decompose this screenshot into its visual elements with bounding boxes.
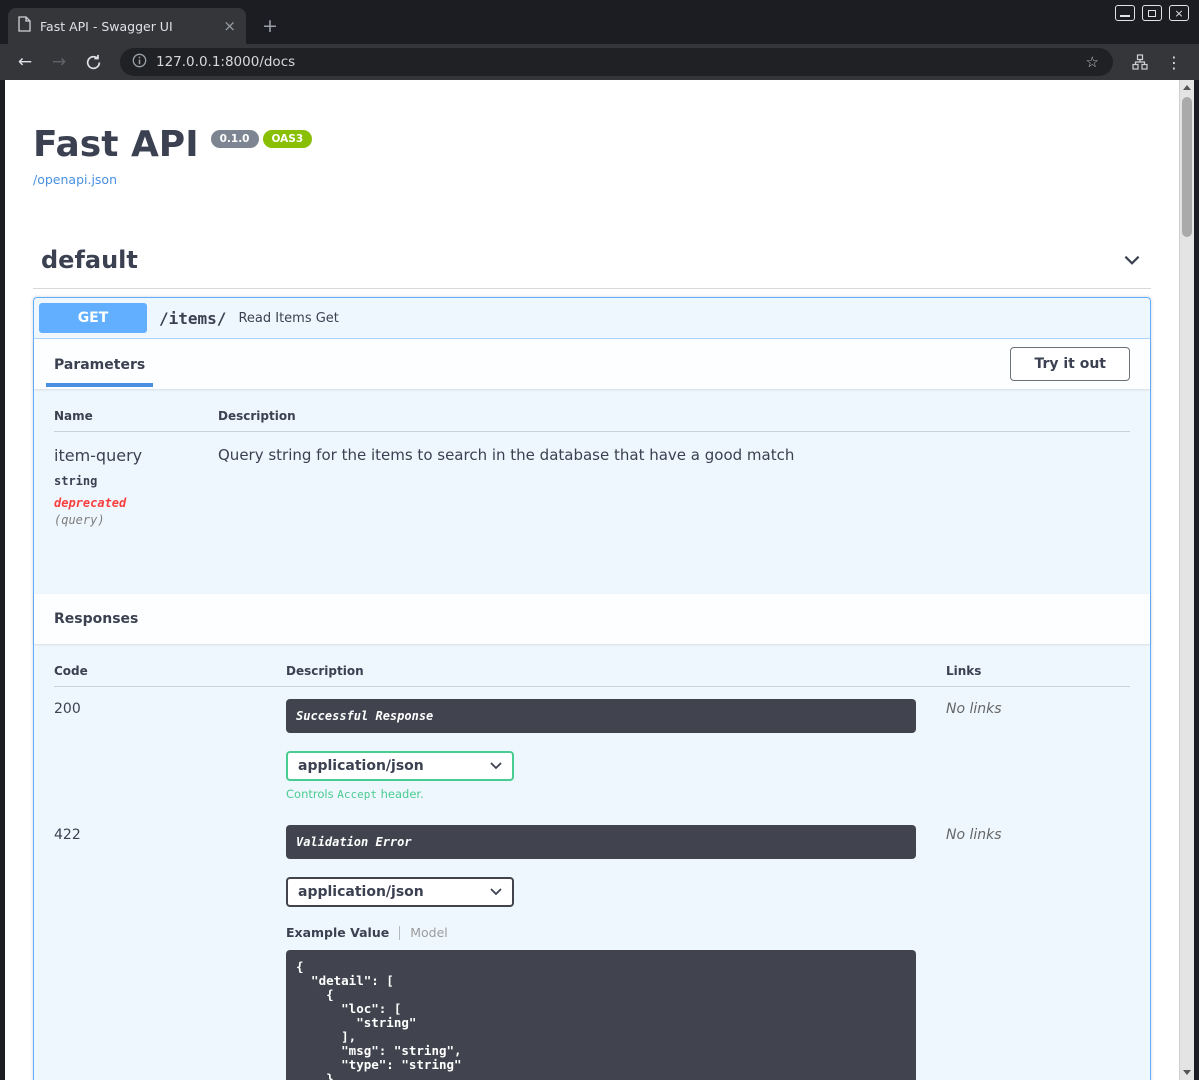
response-row-422: 422 Validation Error application/json Ex… (54, 813, 1130, 1080)
window-controls: × (1115, 5, 1189, 21)
response-description-box: Successful Response (286, 699, 916, 734)
oas-badge: OAS3 (262, 130, 313, 148)
operation-summary[interactable]: GET /items/ Read Items Get (34, 298, 1150, 340)
operation-description: Read Items Get (238, 310, 339, 326)
controls-accept-message: Controls Accept header. (286, 787, 424, 802)
response-links: No links (946, 827, 1002, 844)
parameter-name: item-query (54, 446, 143, 466)
scrollbar-thumb[interactable] (1182, 97, 1192, 237)
site-info-icon[interactable] (132, 53, 147, 72)
api-title: Fast API (33, 124, 199, 165)
address-bar[interactable]: 127.0.0.1:8000/docs ☆ (120, 48, 1113, 76)
http-method-badge: GET (39, 303, 147, 334)
model-tab[interactable]: Model (410, 925, 448, 940)
media-type-value: application/json (298, 758, 424, 775)
browser-tab[interactable]: Fast API - Swagger UI × (8, 8, 246, 44)
reload-button[interactable] (78, 54, 108, 71)
responses-title: Responses (54, 611, 139, 628)
response-row-200: 200 Successful Response application/json… (54, 687, 1130, 813)
version-badge: 0.1.0 (210, 130, 259, 148)
api-info-section: Fast API 0.1.0 OAS3 /openapi.json (5, 80, 1179, 188)
media-type-select-422[interactable]: application/json (286, 877, 514, 908)
extension-icon[interactable] (1125, 54, 1155, 70)
tag-title: default (41, 246, 138, 275)
parameters-table: Name Description item-query string depre… (34, 389, 1150, 594)
parameter-deprecated-label: deprecated (54, 496, 127, 511)
tab-title: Fast API - Swagger UI (40, 18, 173, 34)
tab-close-icon[interactable]: × (223, 18, 236, 34)
param-column-name: Name (54, 409, 93, 424)
response-code: 200 (54, 701, 81, 718)
browser-toolbar: ← → 127.0.0.1:8000/docs ☆ ⋮ (0, 44, 1199, 80)
parameter-location: (query) (54, 513, 105, 528)
parameters-tab[interactable]: Parameters (46, 342, 154, 387)
url-text: 127.0.0.1:8000/docs (156, 54, 296, 70)
tag-section-header[interactable]: default (33, 246, 1151, 290)
browser-viewport: Fast API 0.1.0 OAS3 /openapi.json defaul… (5, 80, 1194, 1080)
parameter-row: item-query string deprecated (query) Que… (54, 432, 1130, 539)
menu-icon[interactable]: ⋮ (1159, 53, 1189, 72)
response-column-code: Code (54, 664, 88, 679)
example-model-tabs: Example Value Model (286, 925, 946, 940)
tab-divider (399, 925, 401, 940)
parameters-header-bar: Parameters Try it out (34, 339, 1150, 390)
window-close-button[interactable]: × (1169, 5, 1189, 21)
forward-button[interactable]: → (44, 52, 74, 72)
parameter-type: string (54, 474, 98, 489)
operation-block-get-items: GET /items/ Read Items Get Parameters Tr… (33, 297, 1151, 1080)
scroll-up-button[interactable] (1180, 80, 1194, 95)
parameter-description: Query string for the items to search in … (218, 446, 795, 465)
window-maximize-button[interactable] (1142, 5, 1162, 21)
chevron-down-icon (490, 888, 502, 896)
operation-path: /items/ (159, 308, 227, 328)
example-json-block: { "detail": [ { "loc": [ "string" ], "ms… (286, 950, 916, 1080)
responses-header-bar: Responses (34, 594, 1150, 645)
scroll-down-button[interactable] (1180, 1065, 1194, 1080)
page-scrollbar[interactable] (1179, 80, 1194, 1080)
window-minimize-button[interactable] (1115, 5, 1135, 21)
param-column-description: Description (218, 409, 296, 424)
response-column-links: Links (946, 664, 982, 679)
swagger-ui-page: Fast API 0.1.0 OAS3 /openapi.json defaul… (5, 80, 1194, 1080)
response-description-box: Validation Error (286, 825, 916, 860)
example-value-tab[interactable]: Example Value (286, 925, 389, 940)
responses-table: Code Description Links 200 Successful Re… (34, 644, 1150, 1080)
bookmark-star-icon[interactable]: ☆ (1078, 53, 1107, 71)
new-tab-button[interactable]: + (258, 15, 282, 37)
back-button[interactable]: ← (10, 52, 40, 72)
response-links: No links (946, 701, 1002, 718)
document-icon (18, 16, 31, 36)
media-type-value: application/json (298, 884, 424, 901)
openapi-spec-link[interactable]: /openapi.json (33, 172, 117, 187)
media-type-select-200[interactable]: application/json (286, 751, 514, 782)
browser-titlebar: Fast API - Swagger UI × + × (0, 0, 1199, 44)
collapse-chevron-icon[interactable] (1121, 249, 1143, 271)
response-code: 422 (54, 827, 81, 844)
chevron-down-icon (490, 762, 502, 770)
response-column-description: Description (286, 664, 364, 679)
try-it-out-button[interactable]: Try it out (1010, 347, 1130, 382)
